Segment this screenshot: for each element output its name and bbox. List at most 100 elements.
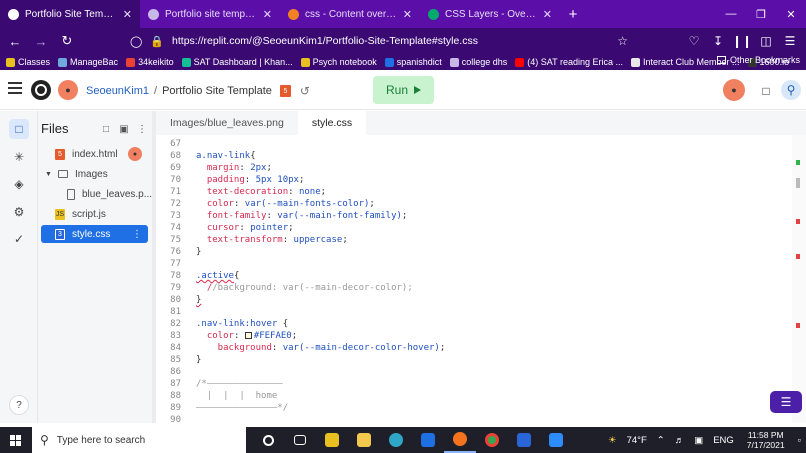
code-token[interactable]: : [272,343,283,353]
code-token[interactable]: var(--main-decor-color-hover) [283,343,440,353]
file-name[interactable]: blue_leaves.p... [82,189,152,200]
checkmark-icon[interactable]: ✓ [9,229,29,249]
library-icon[interactable]: ❙❙ [730,31,754,51]
code-text[interactable]: font-family: var(--main-font-family); [196,210,408,222]
code-line[interactable]: 76} [156,246,796,258]
code-line[interactable]: 80} [156,294,796,306]
code-text[interactable]: } [196,354,201,366]
add-folder-icon[interactable]: ▣ [116,122,132,136]
code-token[interactable]: 5px 10px [256,175,299,185]
code-token[interactable]: ; [288,223,293,233]
code-token[interactable]: uppercase [294,235,343,245]
code-token[interactable]: { [283,319,288,329]
minimize-icon[interactable]: — [716,0,746,28]
code-token[interactable]: ; [440,343,445,353]
breadcrumb-project[interactable]: Portfolio Site Template [162,85,272,97]
browser-tab[interactable]: Portfolio site template ✕ [140,0,280,28]
other-bookmarks[interactable]: Other Bookmarks [716,55,800,65]
code-text[interactable]: cursor: pointer; [196,222,294,234]
code-token[interactable]: #FEFAE0 [254,331,292,341]
browser-tab[interactable]: css - Content overlapping div ✕ [280,0,420,28]
share-icon[interactable]: ✳ [9,147,29,167]
tab-blue-leaves[interactable]: Images/blue_leaves.png [156,111,298,135]
windows-logo-icon[interactable] [9,434,21,446]
code-token[interactable]: { [234,271,239,281]
address-bar[interactable]: ◯ 🔒 https://replit.com/@SeoeunKim1/Portf… [130,31,640,51]
scroll-thumb[interactable] [796,178,800,188]
chat-icon[interactable]: □ [757,82,775,100]
bookmark-item[interactable]: SAT Dashboard | Khan... [181,57,293,67]
code-line[interactable]: 89 ———————————————*/ [156,402,796,414]
packages-icon[interactable]: ◈ [9,174,29,194]
folder-row-images[interactable]: ▼ Images [41,165,148,183]
bookmark-star-icon[interactable]: ☆ [617,34,628,48]
chrome-icon[interactable] [476,427,508,453]
code-token[interactable]: /background: var(--main-decor-color); [212,283,412,293]
taskbar-search[interactable]: ⚲ Type here to search [32,427,246,453]
code-token[interactable]: : [234,199,245,209]
breadcrumb-user[interactable]: SeoeunKim1 [86,85,149,97]
file-options-icon[interactable]: ⋮ [132,229,142,240]
project-avatar[interactable]: ● [58,80,78,100]
code-token[interactable]: color [196,331,234,341]
code-line[interactable]: 78 .active{ [156,270,796,282]
code-token[interactable]: /*—————————————— [196,379,283,389]
restore-icon[interactable]: ❐ [746,0,776,28]
bookmark-item[interactable]: Psych notebook [300,57,377,67]
code-token[interactable]: : [234,331,245,341]
code-token[interactable]: .nav-link:hover [196,319,283,329]
settings-gear-icon[interactable]: ⚙ [9,202,29,222]
tab-title[interactable]: Portfolio site template [165,9,257,20]
code-token[interactable]: .active [196,271,234,281]
code-token[interactable]: ; [292,331,297,341]
code-token[interactable]: | | | home [196,391,277,401]
code-token[interactable]: pointer [250,223,288,233]
mail-icon[interactable] [412,427,444,453]
code-token[interactable]: ; [402,211,407,221]
weather-icon[interactable]: ☀ [608,435,617,446]
play-icon[interactable] [414,86,421,94]
bookmark-item[interactable]: ManageBac [58,57,118,67]
code-text[interactable]: margin: 2px; [196,162,272,174]
shield-icon[interactable]: ◯ [130,35,142,48]
code-line[interactable]: 72 color: var(--main-fonts-color); [156,198,796,210]
menu-icon[interactable]: ☰ [778,31,802,51]
bookmark-label[interactable]: Classes [18,57,50,67]
download-icon[interactable]: ↧ [706,31,730,51]
tab-style-css[interactable]: style.css [297,111,367,135]
code-token[interactable]: padding [196,175,245,185]
network-icon[interactable]: ▣ [694,435,703,446]
hamburger-menu-icon[interactable] [8,82,22,96]
firefox-icon[interactable] [444,427,476,453]
code-text[interactable]: .nav-link:hover { [196,318,288,330]
pocket-icon[interactable]: ♡ [682,31,706,51]
code-line[interactable]: 74 cursor: pointer; [156,222,796,234]
code-line[interactable]: 69 margin: 2px; [156,162,796,174]
code-token[interactable]: ———————————————*/ [196,403,288,413]
bookmark-item[interactable]: (4) SAT reading Erica ... [515,57,623,67]
file-row-blue-leaves[interactable]: blue_leaves.p... [41,185,152,203]
code-token[interactable]: ; [266,163,271,173]
other-bookmarks-label[interactable]: Other Bookmarks [730,55,800,65]
code-line[interactable]: 73 font-family: var(--main-font-family); [156,210,796,222]
weather-temp[interactable]: 74°F [627,435,647,446]
code-editor[interactable]: 67 68 a.nav-link{69 margin: 2px; 70 padding… [156,135,806,423]
code-line[interactable]: 70 padding: 5px 10px; [156,174,796,186]
run-button[interactable]: Run [373,76,434,104]
code-token[interactable]: : [266,211,277,221]
search-icon[interactable]: ⚲ [40,433,49,447]
files-icon[interactable]: □ [9,119,29,139]
file-name[interactable]: script.js [72,209,106,220]
code-token[interactable]: color [196,199,234,209]
file-explorer-icon[interactable] [348,427,380,453]
code-text[interactable]: text-decoration: none; [196,186,326,198]
code-line[interactable]: 67 [156,138,796,150]
browser-tab[interactable]: Portfolio Site Template - Replit ✕ [0,0,140,28]
code-line[interactable]: 90 [156,414,796,423]
bookmark-item[interactable]: college dhs [449,57,507,67]
file-row-style-css[interactable]: 3 style.css ⋮ [41,225,148,243]
more-options-icon[interactable]: ⋮ [134,122,150,136]
bookmark-label[interactable]: (4) SAT reading Erica ... [527,57,623,67]
code-text[interactable]: a.nav-link{ [196,150,256,162]
bookmark-label[interactable]: ManageBac [70,57,118,67]
